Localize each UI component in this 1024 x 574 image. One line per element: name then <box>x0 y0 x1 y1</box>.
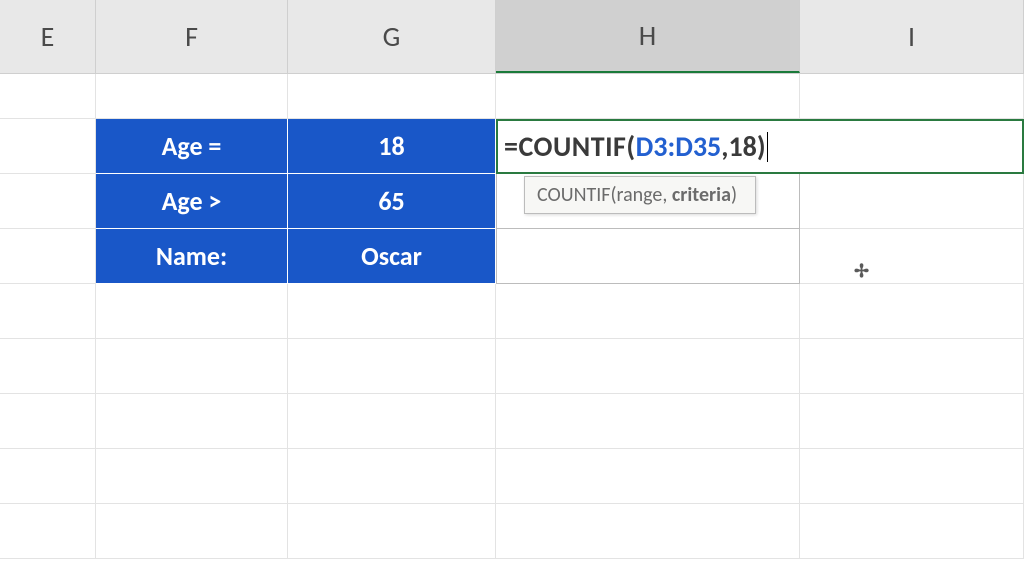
row-2: Age = 18 =COUNTIF(D3:D35,18) <box>0 119 1024 174</box>
column-header-row: E F G H I <box>0 0 1024 74</box>
formula-prefix: =COUNTIF( <box>504 129 636 164</box>
cell-G5[interactable] <box>288 284 496 339</box>
cell-E2[interactable] <box>0 119 96 174</box>
cell-H6[interactable] <box>496 339 800 394</box>
spreadsheet-grid: E F G H I Age = 18 =COUNTIF(D3:D35,18) A… <box>0 0 1024 574</box>
column-header-F[interactable]: F <box>96 0 288 73</box>
formula-input-cell[interactable]: =COUNTIF(D3:D35,18) <box>496 119 800 174</box>
mouse-cursor-icon: ✢ <box>854 260 869 282</box>
column-header-I[interactable]: I <box>800 0 1024 73</box>
row-7 <box>0 394 1024 449</box>
cell-G8[interactable] <box>288 449 496 504</box>
cell-G6[interactable] <box>288 339 496 394</box>
cell-F8[interactable] <box>96 449 288 504</box>
cell-E3[interactable] <box>0 174 96 229</box>
row-8 <box>0 449 1024 504</box>
column-header-E[interactable]: E <box>0 0 96 73</box>
tooltip-arg1: range <box>617 183 663 207</box>
cell-F9[interactable] <box>96 504 288 559</box>
cell-F6[interactable] <box>96 339 288 394</box>
formula-range: D3:D35 <box>636 129 722 164</box>
label-age-greater[interactable]: Age > <box>96 174 288 229</box>
cell-E8[interactable] <box>0 449 96 504</box>
cell-F1[interactable] <box>96 74 288 119</box>
cell-H1[interactable] <box>496 74 800 119</box>
row-1 <box>0 74 1024 119</box>
cell-E9[interactable] <box>0 504 96 559</box>
cell-G7[interactable] <box>288 394 496 449</box>
cell-I4[interactable] <box>800 229 1024 284</box>
tooltip-fn: COUNTIF <box>537 183 610 207</box>
cell-G9[interactable] <box>288 504 496 559</box>
cell-I2[interactable] <box>800 119 1024 174</box>
column-header-G[interactable]: G <box>288 0 496 73</box>
cell-H7[interactable] <box>496 394 800 449</box>
cell-E7[interactable] <box>0 394 96 449</box>
cell-F7[interactable] <box>96 394 288 449</box>
value-name[interactable]: Oscar <box>288 229 496 284</box>
label-age-equals[interactable]: Age = <box>96 119 288 174</box>
cell-I5[interactable] <box>800 284 1024 339</box>
cell-F5[interactable] <box>96 284 288 339</box>
formula-tooltip: COUNTIF(range, criteria) <box>524 176 756 214</box>
cell-I3[interactable] <box>800 174 1024 229</box>
cell-I8[interactable] <box>800 449 1024 504</box>
cell-I1[interactable] <box>800 74 1024 119</box>
text-caret <box>767 132 768 162</box>
cell-H5[interactable] <box>496 284 800 339</box>
cell-E5[interactable] <box>0 284 96 339</box>
label-name[interactable]: Name: <box>96 229 288 284</box>
tooltip-sep: , <box>662 183 672 207</box>
value-age-equals[interactable]: 18 <box>288 119 496 174</box>
cell-I9[interactable] <box>800 504 1024 559</box>
cell-H9[interactable] <box>496 504 800 559</box>
cell-E4[interactable] <box>0 229 96 284</box>
row-3: Age > 65 <box>0 174 1024 229</box>
row-4: Name: Oscar <box>0 229 1024 284</box>
cell-H4[interactable] <box>496 229 800 284</box>
cell-H8[interactable] <box>496 449 800 504</box>
value-age-greater[interactable]: 65 <box>288 174 496 229</box>
cell-G1[interactable] <box>288 74 496 119</box>
tooltip-arg2: criteria <box>672 183 731 207</box>
cell-I7[interactable] <box>800 394 1024 449</box>
column-header-H[interactable]: H <box>496 0 800 73</box>
cell-E6[interactable] <box>0 339 96 394</box>
row-9 <box>0 504 1024 559</box>
cell-I6[interactable] <box>800 339 1024 394</box>
row-6 <box>0 339 1024 394</box>
tooltip-close: ) <box>731 183 737 207</box>
formula-suffix: ,18) <box>721 129 765 164</box>
row-5 <box>0 284 1024 339</box>
cell-E1[interactable] <box>0 74 96 119</box>
